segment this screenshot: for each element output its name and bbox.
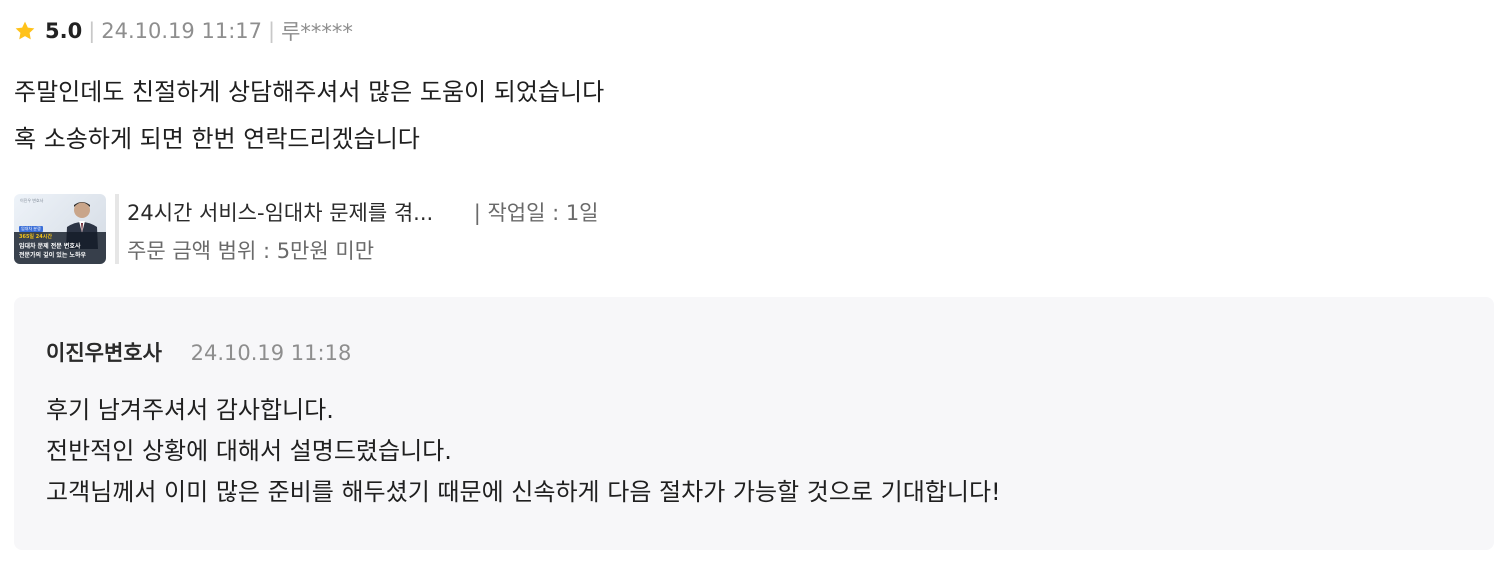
- reply-text-line: 고객님께서 이미 많은 준비를 해두셨기 때문에 신속하게 다음 절차가 가능할…: [46, 478, 1001, 506]
- thumbnail-highlight: 365일 24시간: [19, 234, 52, 240]
- service-workday: | 작업일 : 1일: [473, 201, 599, 225]
- review-text-line: 주말인데도 친절하게 상담해주셔서 많은 도움이 되었습니다: [14, 78, 605, 106]
- reply-author: 이진우변호사: [46, 341, 162, 365]
- service-thumbnail[interactable]: 이진우 변호사 임대차 분쟁 365일 24시간 임대차 문제 전문 변호사 전…: [14, 194, 106, 264]
- review-card: 5.0 | 24.10.19 11:17 | 루***** 주말인데도 친절하게…: [0, 0, 1512, 578]
- reply-text-line: 전반적인 상황에 대해서 설명드렸습니다.: [46, 437, 452, 465]
- service-price-range: 주문 금액 범위 : 5만원 미만: [127, 239, 375, 263]
- service-info[interactable]: 이진우 변호사 임대차 분쟁 365일 24시간 임대차 문제 전문 변호사 전…: [14, 194, 599, 270]
- thumbnail-line: 전문가의 깊이 있는 노하우: [19, 252, 86, 259]
- review-body: 주말인데도 친절하게 상담해주셔서 많은 도움이 되었습니다 혹 소송하게 되면…: [14, 69, 604, 163]
- thumbnail-label: 이진우 변호사: [20, 198, 44, 203]
- service-title[interactable]: 24시간 서비스-임대차 문제를 겪...: [127, 194, 467, 232]
- rating-score: 5.0: [45, 19, 83, 43]
- seller-reply: 이진우변호사 24.10.19 11:18 후기 남겨주셔서 감사합니다. 전반…: [14, 297, 1494, 550]
- review-date: 24.10.19 11:17: [101, 19, 262, 43]
- reply-header: 이진우변호사 24.10.19 11:18: [46, 337, 351, 367]
- thumbnail-line: 임대차 문제 전문 변호사: [19, 243, 81, 250]
- reply-date: 24.10.19 11:18: [190, 341, 352, 365]
- review-meta: 5.0 | 24.10.19 11:17 | 루*****: [14, 16, 353, 46]
- service-details: 24시간 서비스-임대차 문제를 겪... | 작업일 : 1일 주문 금액 범…: [127, 194, 599, 270]
- service-divider: [115, 194, 119, 264]
- meta-separator: |: [88, 19, 96, 43]
- review-text-line: 혹 소송하게 되면 한번 연락드리겠습니다: [14, 125, 420, 153]
- reply-text-line: 후기 남겨주셔서 감사합니다.: [46, 396, 334, 424]
- thumbnail-tag: 임대차 분쟁: [19, 226, 43, 232]
- reply-body: 후기 남겨주셔서 감사합니다. 전반적인 상황에 대해서 설명드렸습니다. 고객…: [46, 390, 1001, 513]
- review-author: 루*****: [281, 20, 353, 44]
- star-icon: [15, 21, 35, 40]
- meta-separator: |: [268, 19, 276, 43]
